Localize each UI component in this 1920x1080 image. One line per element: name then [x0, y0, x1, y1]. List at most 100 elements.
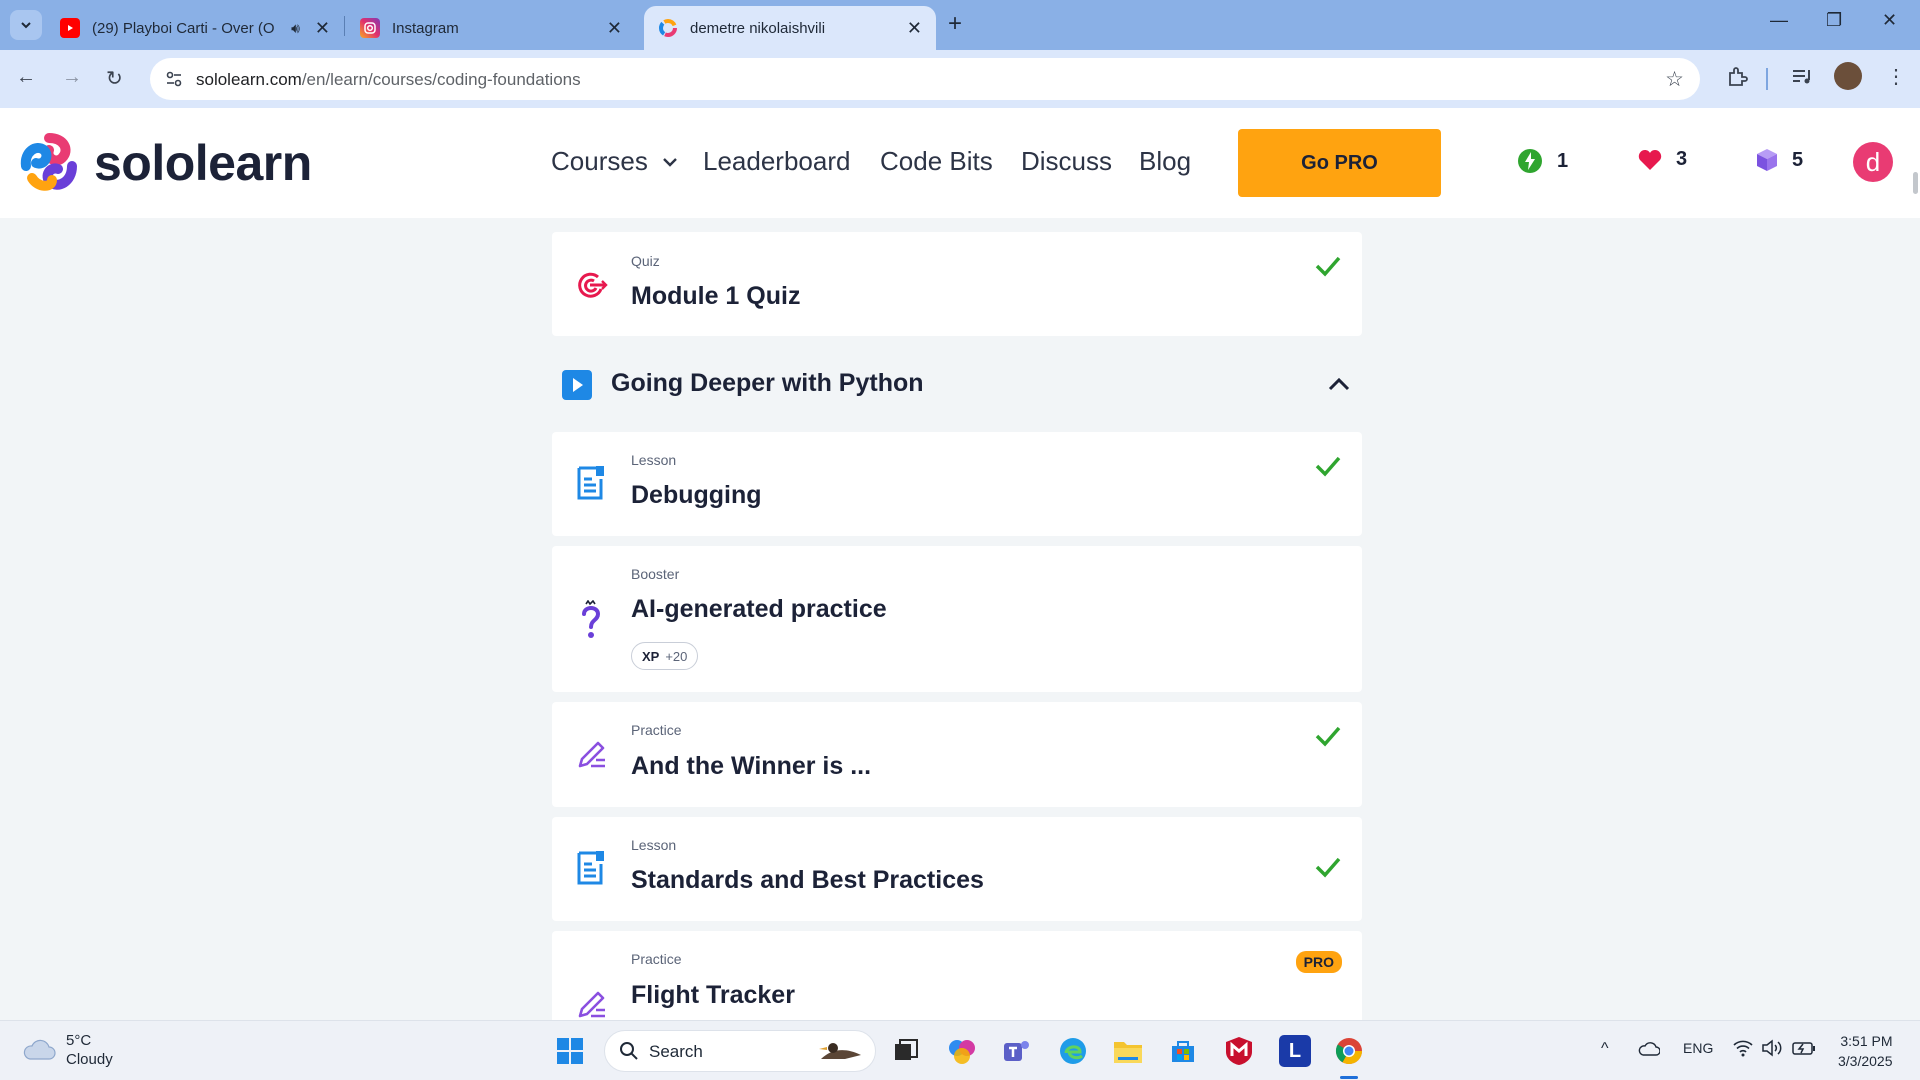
target-icon — [578, 272, 608, 298]
weather-condition: Cloudy — [66, 1051, 113, 1068]
course-item-standards-and-best-practices[interactable]: Lesson Standards and Best Practices — [552, 817, 1362, 921]
sololearn-icon — [658, 18, 678, 38]
instagram-icon — [360, 18, 380, 38]
close-window-icon[interactable]: ✕ — [1882, 10, 1897, 31]
video-play-icon — [562, 370, 592, 400]
site-header: sololearn Courses Leaderboard Code Bits … — [0, 108, 1920, 218]
browser-menu-icon[interactable]: ⋮ — [1886, 64, 1906, 89]
url-path: /en/learn/courses/coding-foundations — [301, 70, 581, 89]
tab-search-button[interactable] — [10, 10, 42, 40]
back-icon[interactable]: ← — [16, 66, 36, 89]
url-host: sololearn.com — [196, 70, 302, 89]
streak-count: 1 — [1557, 149, 1569, 172]
course-item-flight-tracker[interactable]: Practice Flight Tracker PRO — [552, 931, 1362, 1020]
booster-question-icon — [582, 600, 601, 638]
practice-pencil-icon — [578, 991, 605, 1018]
nav-courses-label: Courses — [551, 146, 648, 176]
url-text: sololearn.com/en/learn/courses/coding-fo… — [196, 70, 581, 90]
tray-overflow-chevron-icon[interactable]: ^ — [1601, 1040, 1609, 1058]
item-type: Booster — [631, 566, 680, 582]
chevron-up-icon[interactable] — [1326, 372, 1352, 398]
new-tab-icon[interactable]: + — [948, 10, 962, 38]
volume-icon[interactable] — [1761, 1039, 1783, 1057]
address-bar[interactable]: sololearn.com/en/learn/courses/coding-fo… — [150, 58, 1700, 100]
edge-icon[interactable] — [1057, 1035, 1089, 1067]
streak-counter[interactable]: 1 — [1517, 148, 1568, 174]
extensions-icon[interactable] — [1725, 65, 1749, 89]
tab-sololearn[interactable]: demetre nikolaishvili ✕ — [644, 6, 936, 50]
profile-avatar[interactable] — [1834, 62, 1862, 90]
gem-cube-icon — [1757, 149, 1777, 171]
close-tab-icon[interactable]: ✕ — [907, 18, 922, 39]
sololearn-logo-icon — [20, 133, 77, 191]
windows-taskbar: 5°C Cloudy Search L ^ ENG 3:51 PM 3/3/20… — [0, 1020, 1920, 1080]
xp-reward-badge: XP +20 — [631, 642, 699, 670]
browser-tab-bar: (29) Playboi Carti - Over (Official 🔊︎ ✕… — [0, 0, 1920, 50]
go-pro-button[interactable]: Go PRO — [1238, 129, 1441, 197]
tab-instagram[interactable]: Instagram ✕ — [346, 6, 636, 50]
chevron-down-icon — [21, 22, 31, 29]
site-settings-icon[interactable] — [164, 69, 184, 89]
item-type: Lesson — [631, 837, 677, 853]
m365-copilot-icon[interactable] — [946, 1035, 978, 1067]
clock-date: 3/3/2025 — [1838, 1053, 1893, 1069]
section-title: Going Deeper with Python — [611, 369, 924, 397]
practice-pencil-icon — [578, 741, 605, 768]
course-item-ai-generated-practice[interactable]: Booster AI-generated practice XP +20 — [552, 546, 1362, 692]
close-tab-icon[interactable]: ✕ — [607, 18, 622, 39]
speaker-icon[interactable]: 🔊︎ — [291, 20, 300, 37]
taskbar-search[interactable]: Search — [604, 1030, 876, 1072]
media-controls-icon[interactable] — [1790, 65, 1814, 89]
windows-start-icon[interactable] — [554, 1035, 586, 1067]
sololearn-logo[interactable]: sololearn — [18, 132, 312, 194]
file-explorer-icon[interactable] — [1112, 1035, 1144, 1067]
course-item-module-1-quiz[interactable]: Quiz Module 1 Quiz — [552, 232, 1362, 336]
nav-discuss[interactable]: Discuss — [1021, 146, 1112, 177]
close-tab-icon[interactable]: ✕ — [315, 18, 330, 39]
task-view-icon[interactable] — [890, 1035, 922, 1067]
module-section-header[interactable]: Going Deeper with Python — [552, 360, 1362, 408]
l-app-icon[interactable]: L — [1279, 1035, 1311, 1067]
chrome-icon[interactable] — [1333, 1035, 1365, 1067]
nav-code-bits[interactable]: Code Bits — [880, 146, 993, 177]
course-item-debugging[interactable]: Lesson Debugging — [552, 432, 1362, 536]
nav-blog[interactable]: Blog — [1139, 146, 1191, 177]
forward-icon[interactable]: → — [62, 66, 82, 89]
gems-counter[interactable]: 5 — [1756, 148, 1803, 172]
lesson-document-icon — [577, 466, 604, 500]
item-type: Practice — [631, 722, 682, 738]
user-avatar[interactable]: d — [1853, 142, 1893, 182]
microsoft-store-icon[interactable] — [1167, 1035, 1199, 1067]
battery-charging-icon[interactable] — [1792, 1040, 1816, 1056]
hearts-counter[interactable]: 3 — [1638, 148, 1687, 171]
weather-temp: 5°C — [66, 1032, 92, 1049]
mcafee-icon[interactable] — [1223, 1035, 1255, 1067]
nav-leaderboard[interactable]: Leaderboard — [703, 146, 850, 177]
xp-label: XP — [642, 648, 660, 664]
checkmark-icon — [1315, 256, 1341, 277]
item-title: Flight Tracker — [631, 981, 795, 1009]
restore-icon[interactable]: ❐ — [1826, 10, 1842, 31]
toolbar-divider — [1766, 68, 1768, 90]
system-clock[interactable]: 3:51 PM 3/3/2025 — [1838, 1031, 1893, 1071]
item-type: Quiz — [631, 253, 660, 269]
teams-icon[interactable] — [1001, 1035, 1033, 1067]
wifi-icon[interactable] — [1733, 1039, 1753, 1057]
browser-toolbar: ← → ↻ sololearn.com/en/learn/courses/cod… — [0, 50, 1920, 108]
bird-search-highlight-icon — [819, 1043, 861, 1059]
minimize-icon[interactable]: — — [1770, 10, 1788, 31]
page-scrollbar-thumb[interactable] — [1913, 172, 1918, 194]
chevron-down-icon — [662, 157, 677, 167]
bookmark-star-icon[interactable]: ☆ — [1665, 67, 1684, 92]
tab-youtube[interactable]: (29) Playboi Carti - Over (Official 🔊︎ ✕ — [46, 6, 344, 50]
reload-icon[interactable]: ↻ — [106, 66, 123, 91]
brand-name: sololearn — [94, 135, 312, 191]
course-item-and-the-winner-is[interactable]: Practice And the Winner is ... — [552, 702, 1362, 807]
gems-count: 5 — [1792, 148, 1804, 171]
weather-widget[interactable]: 5°C Cloudy — [22, 1031, 113, 1069]
nav-courses[interactable]: Courses — [551, 146, 680, 177]
input-language[interactable]: ENG — [1683, 1040, 1713, 1056]
hearts-count: 3 — [1676, 148, 1688, 170]
active-app-indicator — [1340, 1076, 1358, 1079]
onedrive-cloud-icon[interactable] — [1638, 1041, 1660, 1057]
